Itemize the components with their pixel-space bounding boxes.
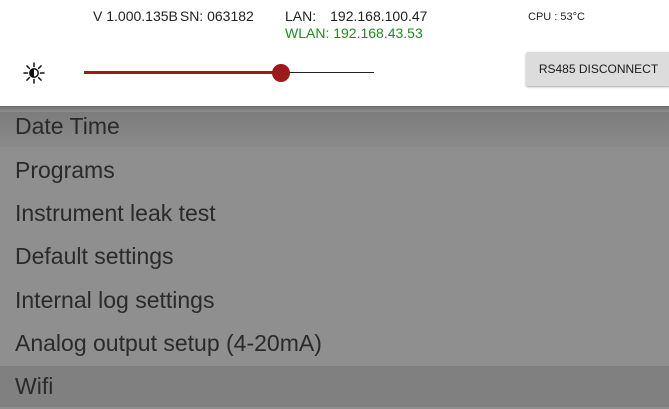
- menu-item-instrument-leak-test[interactable]: Instrument leak test: [0, 193, 669, 234]
- lan-ip: 192.168.100.47: [330, 8, 428, 24]
- brightness-icon: [23, 62, 45, 84]
- wlan-info: WLAN: 192.168.43.53: [285, 25, 423, 41]
- menu-item-analog-output-setup[interactable]: Analog output setup (4-20mA): [0, 323, 669, 364]
- version-text: V 1.000.135B: [93, 8, 178, 24]
- settings-menu: Date Time Programs Instrument leak test …: [0, 106, 669, 409]
- slider-thumb[interactable]: [272, 64, 290, 82]
- menu-item-programs[interactable]: Programs: [0, 150, 669, 191]
- version-info: V 1.000.135B SN: 063182: [93, 8, 254, 24]
- menu-item-date-time[interactable]: Date Time: [0, 106, 669, 147]
- slider-fill: [84, 71, 281, 74]
- rs485-disconnect-button[interactable]: RS485 DISCONNECT: [526, 52, 669, 86]
- menu-item-internal-log-settings[interactable]: Internal log settings: [0, 280, 669, 321]
- serial-number: SN: 063182: [179, 8, 254, 24]
- menu-item-default-settings[interactable]: Default settings: [0, 236, 669, 277]
- cpu-temperature: CPU : 53°C: [528, 11, 585, 23]
- menu-item-wifi[interactable]: Wifi: [0, 366, 669, 407]
- lan-label: LAN:: [285, 8, 317, 24]
- app-screen: V 1.000.135B SN: 063182 LAN: 192.168.100.4…: [0, 0, 669, 409]
- lan-info: LAN: 192.168.100.47: [285, 8, 427, 24]
- status-bar: V 1.000.135B SN: 063182 LAN: 192.168.100.4…: [0, 8, 669, 48]
- brightness-slider[interactable]: [84, 62, 374, 84]
- menu-shadow: [0, 106, 669, 112]
